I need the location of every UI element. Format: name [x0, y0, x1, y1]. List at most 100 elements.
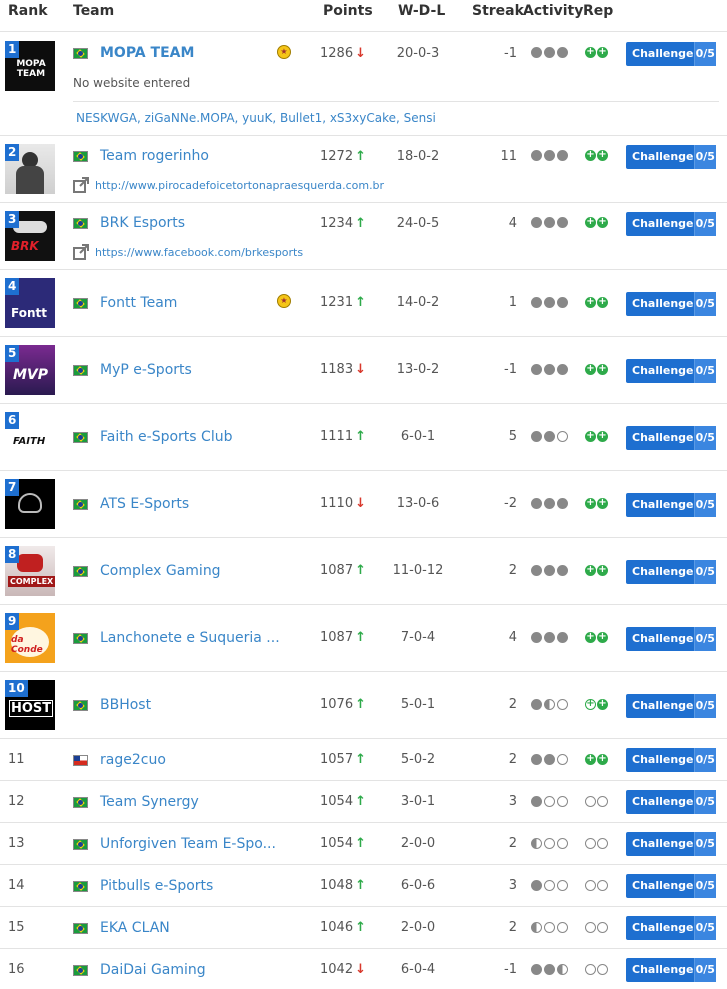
- team-name-link[interactable]: rage2cuo: [100, 752, 166, 768]
- plus-icon[interactable]: +: [585, 632, 596, 643]
- brazil-flag-icon: [73, 48, 88, 59]
- team-name-link[interactable]: MyP e-Sports: [100, 362, 192, 378]
- plus-icon[interactable]: +: [597, 565, 608, 576]
- table-row: 15 EKA CLAN 1046 ↑ 2-0-0 2 Challenge 0/5: [0, 907, 727, 949]
- rep-empty-icon[interactable]: [585, 964, 596, 975]
- plus-icon[interactable]: +: [597, 632, 608, 643]
- rep-empty-icon[interactable]: [585, 796, 596, 807]
- plus-icon[interactable]: +: [597, 47, 608, 58]
- plus-icon[interactable]: +: [585, 47, 596, 58]
- team-name-link[interactable]: MOPA TEAM: [100, 45, 194, 61]
- plus-icon[interactable]: +: [585, 699, 596, 710]
- plus-icon[interactable]: +: [597, 217, 608, 228]
- team-logo[interactable]: HOST 10: [5, 680, 55, 730]
- rep-empty-icon[interactable]: [597, 796, 608, 807]
- challenge-button[interactable]: Challenge 0/5: [626, 832, 716, 856]
- rep-buttons: + +: [585, 699, 608, 710]
- members-list[interactable]: NESKWGA, ziGaNNe.MOPA, yuuK, Bullet1, xS…: [76, 111, 436, 125]
- challenge-button[interactable]: Challenge 0/5: [626, 958, 716, 982]
- rep-empty-icon[interactable]: [597, 838, 608, 849]
- team-logo[interactable]: 2: [5, 144, 55, 194]
- header-wdl[interactable]: W-D-L: [398, 3, 445, 19]
- plus-icon[interactable]: +: [585, 150, 596, 161]
- challenge-button[interactable]: Challenge 0/5: [626, 426, 716, 450]
- challenge-button[interactable]: Challenge 0/5: [626, 42, 716, 66]
- website-link[interactable]: https://www.facebook.com/brkesports: [73, 244, 303, 260]
- team-name-link[interactable]: EKA CLAN: [100, 920, 170, 936]
- team-logo[interactable]: BRK 3: [5, 211, 55, 261]
- challenge-button[interactable]: Challenge 0/5: [626, 359, 716, 383]
- rep-empty-icon[interactable]: [597, 880, 608, 891]
- team-name-link[interactable]: Faith e-Sports Club: [100, 429, 232, 445]
- team-name-link[interactable]: Complex Gaming: [100, 563, 221, 579]
- team-logo[interactable]: da Conde 9: [5, 613, 55, 663]
- challenge-button[interactable]: Challenge 0/5: [626, 748, 716, 772]
- plus-icon[interactable]: +: [597, 754, 608, 765]
- rep-empty-icon[interactable]: [585, 922, 596, 933]
- team-name-link[interactable]: Team Synergy: [100, 794, 199, 810]
- header-rank[interactable]: Rank: [8, 3, 48, 19]
- header-streak[interactable]: Streak: [472, 3, 524, 19]
- team-name-link[interactable]: Lanchonete e Suqueria ...: [100, 630, 280, 646]
- team-logo[interactable]: COMPLEX 8: [5, 546, 55, 596]
- team-name-link[interactable]: BBHost: [100, 697, 151, 713]
- challenge-slots: 0/5: [693, 292, 716, 316]
- rep-empty-icon[interactable]: [585, 838, 596, 849]
- rep-empty-icon[interactable]: [597, 922, 608, 933]
- challenge-button[interactable]: Challenge 0/5: [626, 790, 716, 814]
- team-name-link[interactable]: Pitbulls e-Sports: [100, 878, 213, 894]
- challenge-button[interactable]: Challenge 0/5: [626, 627, 716, 651]
- plus-icon[interactable]: +: [597, 431, 608, 442]
- team-logo[interactable]: MOPA TEAM 1: [5, 41, 55, 91]
- team-name-link[interactable]: DaiDai Gaming: [100, 962, 206, 978]
- plus-icon[interactable]: +: [585, 498, 596, 509]
- table-row: Fontt 4 Fontt Team ★ 1231 ↑ 14-0-2 1 + + C…: [0, 270, 727, 337]
- rep-empty-icon[interactable]: [597, 964, 608, 975]
- team-name-link[interactable]: Fontt Team: [100, 295, 177, 311]
- team-logo[interactable]: Fontt 4: [5, 278, 55, 328]
- plus-icon[interactable]: +: [597, 297, 608, 308]
- header-points[interactable]: Points: [323, 3, 373, 19]
- team-name-link[interactable]: Unforgiven Team E-Spo...: [100, 836, 276, 852]
- team-name-link[interactable]: ATS E-Sports: [100, 496, 189, 512]
- table-header: Rank Team Points W-D-L Streak Activity R…: [0, 0, 727, 32]
- rep-buttons: + +: [585, 754, 608, 765]
- challenge-button[interactable]: Challenge 0/5: [626, 493, 716, 517]
- rep-empty-icon[interactable]: [585, 880, 596, 891]
- plus-icon[interactable]: +: [585, 754, 596, 765]
- challenge-button[interactable]: Challenge 0/5: [626, 874, 716, 898]
- challenge-button[interactable]: Challenge 0/5: [626, 694, 716, 718]
- plus-icon[interactable]: +: [585, 217, 596, 228]
- challenge-button[interactable]: Challenge 0/5: [626, 292, 716, 316]
- challenge-slots: 0/5: [693, 42, 716, 66]
- rep-buttons: + +: [585, 150, 608, 161]
- challenge-button[interactable]: Challenge 0/5: [626, 145, 716, 169]
- plus-icon[interactable]: +: [585, 297, 596, 308]
- wdl-record: 24-0-5: [396, 216, 440, 231]
- plus-icon[interactable]: +: [585, 364, 596, 375]
- team-logo[interactable]: FAITH 6: [5, 412, 55, 462]
- challenge-button[interactable]: Challenge 0/5: [626, 560, 716, 584]
- team-logo[interactable]: 7: [5, 479, 55, 529]
- challenge-slots: 0/5: [693, 560, 716, 584]
- plus-icon[interactable]: +: [597, 699, 608, 710]
- team-logo[interactable]: MVP 5: [5, 345, 55, 395]
- plus-icon[interactable]: +: [597, 150, 608, 161]
- rep-buttons: + +: [585, 632, 608, 643]
- header-team[interactable]: Team: [73, 3, 114, 19]
- plus-icon[interactable]: +: [597, 498, 608, 509]
- challenge-button[interactable]: Challenge 0/5: [626, 916, 716, 940]
- challenge-button[interactable]: Challenge 0/5: [626, 212, 716, 236]
- plus-icon[interactable]: +: [597, 364, 608, 375]
- team-name-link[interactable]: BRK Esports: [100, 215, 185, 231]
- challenge-label: Challenge: [632, 431, 694, 444]
- header-rep[interactable]: Rep: [583, 3, 613, 19]
- team-name-link[interactable]: Team rogerinho: [100, 148, 209, 164]
- header-activity[interactable]: Activity: [523, 3, 583, 19]
- logo-text: FAITH: [13, 436, 46, 447]
- website-link[interactable]: http://www.pirocadefoicetortonapraesquer…: [73, 177, 384, 193]
- plus-icon[interactable]: +: [585, 431, 596, 442]
- activity-indicator: [531, 964, 568, 975]
- challenge-slots: 0/5: [693, 748, 716, 772]
- plus-icon[interactable]: +: [585, 565, 596, 576]
